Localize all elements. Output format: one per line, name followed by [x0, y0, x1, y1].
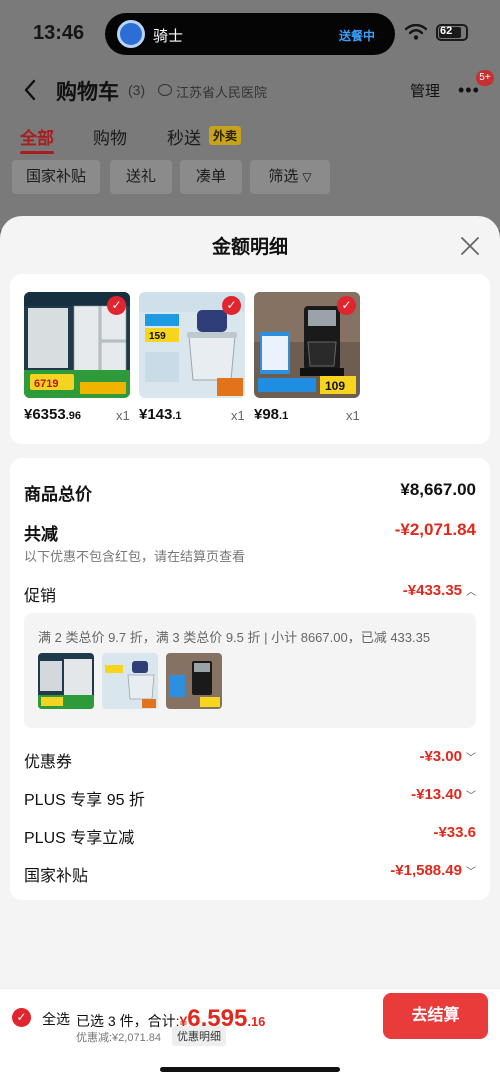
- discount-summary: 优惠减:¥2,071.84: [76, 1032, 161, 1044]
- manage-button[interactable]: 管理: [410, 80, 440, 101]
- total-reduction-row: 共减 -¥2,071.84: [24, 520, 476, 546]
- total-price-row: 商品总价 ¥8,667.00: [24, 480, 476, 506]
- status-bar: 13:46 骑士 送餐中 62: [0, 0, 500, 66]
- chip-gift[interactable]: 送礼: [110, 160, 172, 194]
- promotion-label: 促销: [24, 588, 57, 605]
- filter-icon: ▽: [302, 170, 312, 184]
- discount-detail-button[interactable]: 优惠明细: [172, 1026, 226, 1046]
- back-arrow-icon[interactable]: [22, 78, 38, 102]
- coupon-value: -¥3.00 ﹀: [419, 748, 476, 765]
- plus-discount-row[interactable]: PLUS 专享 95 折 -¥13.40 ﹀: [24, 786, 476, 812]
- tab-flash-delivery[interactable]: 秒送: [167, 124, 201, 149]
- chip-add-on[interactable]: 凑单: [180, 160, 242, 194]
- filter-chips: 国家补贴 送礼 凑单 筛选 ▽: [0, 160, 500, 196]
- selected-check-icon: ✓: [337, 296, 356, 315]
- page-title: 购物车: [56, 81, 119, 104]
- svg-text:159: 159: [149, 331, 166, 342]
- plus-reduction-row: PLUS 专享立减 -¥33.6: [24, 824, 476, 850]
- location-icon: [158, 84, 172, 96]
- chip-filter[interactable]: 筛选 ▽: [250, 160, 330, 194]
- dynamic-island[interactable]: 骑士 送餐中: [105, 13, 395, 55]
- promotion-value: -¥433.35 ︿: [402, 582, 476, 599]
- chevron-down-icon: ﹀: [466, 791, 476, 802]
- product-price: ¥6353.96: [24, 406, 82, 423]
- cart-nav-bar: 购物车 (3) 江苏省人民医院 管理 ••• 5+: [0, 70, 500, 108]
- svg-text:6719: 6719: [34, 378, 58, 390]
- product-qty: x1: [346, 408, 360, 423]
- battery-icon: 62: [436, 24, 468, 41]
- product-price: ¥143.1: [139, 406, 182, 423]
- cart-tabs: 全部 购物 秒送 外卖: [0, 124, 500, 154]
- reduction-note: 以下优惠不包含红包，请在结算页查看: [24, 549, 246, 564]
- product-list-card: 6719 ✓ ¥6353.96 x1 159 ✓ ¥143.1 x1 109 ✓…: [10, 274, 490, 444]
- wifi-icon: [405, 24, 427, 40]
- chevron-up-icon: ︿: [466, 587, 476, 598]
- chip-filter-label: 筛选: [268, 168, 299, 185]
- total-cents: .16: [247, 1014, 266, 1029]
- product-qty: x1: [116, 408, 130, 423]
- promotion-row[interactable]: 促销 -¥433.35 ︿: [24, 582, 476, 608]
- plus-discount-label: PLUS 专享 95 折: [24, 792, 145, 809]
- chevron-down-icon: ﹀: [466, 753, 476, 764]
- selected-check-icon: ✓: [222, 296, 241, 315]
- summary-prefix: 已选 3 件，合计:: [76, 1013, 180, 1029]
- refrigerator-image: 6719 ✓: [24, 292, 130, 398]
- cart-count: (3): [128, 82, 146, 98]
- home-indicator: [160, 1067, 340, 1072]
- product-qty: x1: [231, 408, 245, 423]
- select-all-check-icon[interactable]: ✓: [12, 1008, 31, 1027]
- svg-text:109: 109: [325, 379, 345, 393]
- coffee-maker-image: 109 ✓: [254, 292, 360, 398]
- total-price-value: ¥8,667.00: [400, 480, 476, 499]
- coupon-label: 优惠券: [24, 754, 73, 771]
- rider-avatar-icon: [117, 20, 145, 48]
- sheet-title: 金额明细: [211, 237, 288, 258]
- plus-discount-value: -¥13.40 ﹀: [411, 786, 476, 803]
- national-subsidy-row[interactable]: 国家补贴 -¥1,588.49 ﹀: [24, 862, 476, 888]
- food-chopper-thumbnail: [102, 653, 158, 709]
- active-tab-indicator: [20, 151, 54, 154]
- total-reduction-label: 共减: [24, 525, 58, 544]
- plus-reduction-value: -¥33.6: [433, 824, 476, 841]
- total-price-label: 商品总价: [24, 485, 92, 504]
- refrigerator-thumbnail: [38, 653, 94, 709]
- chip-national-subsidy[interactable]: 国家补贴: [12, 160, 100, 194]
- more-icon[interactable]: •••: [458, 80, 480, 101]
- island-title: 骑士: [153, 28, 184, 45]
- chevron-down-icon: ﹀: [466, 867, 476, 878]
- coupon-row[interactable]: 优惠券 -¥3.00 ﹀: [24, 748, 476, 774]
- status-time: 13:46: [33, 22, 85, 44]
- coffee-maker-thumbnail: [166, 653, 222, 709]
- selected-check-icon: ✓: [107, 296, 126, 315]
- message-badge: 5+: [476, 70, 494, 86]
- select-all-label[interactable]: 全选: [42, 1009, 70, 1029]
- product-price: ¥98.1: [254, 406, 289, 423]
- amount-detail-card: 商品总价 ¥8,667.00 共减 -¥2,071.84 以下优惠不包含红包，请…: [10, 458, 490, 900]
- battery-level: 62: [440, 25, 453, 37]
- tab-all[interactable]: 全部: [20, 124, 54, 149]
- total-reduction-value: -¥2,071.84: [394, 520, 476, 539]
- checkout-button[interactable]: 去结算: [383, 993, 488, 1039]
- island-status: 送餐中: [338, 29, 375, 43]
- national-subsidy-value: -¥1,588.49 ﹀: [390, 862, 476, 879]
- delivery-location[interactable]: 江苏省人民医院: [176, 82, 267, 101]
- food-chopper-image: 159 ✓: [139, 292, 245, 398]
- promotion-rule-text: 满 2 类总价 9.7 折，满 3 类总价 9.5 折 | 小计 8667.00…: [38, 630, 431, 645]
- close-icon[interactable]: [460, 236, 480, 256]
- checkout-bar: ✓ 全选 已选 3 件，合计:¥6,595.16 优惠减:¥2,071.84 优…: [0, 988, 500, 1083]
- plus-reduction-label: PLUS 专享立减: [24, 830, 135, 847]
- promotion-detail-box: 满 2 类总价 9.7 折，满 3 类总价 9.5 折 | 小计 8667.00…: [24, 613, 476, 728]
- takeout-tag: 外卖: [209, 126, 242, 145]
- tab-shopping[interactable]: 购物: [93, 124, 127, 149]
- national-subsidy-label: 国家补贴: [24, 868, 89, 885]
- amount-detail-sheet: 金额明细 6719 ✓ ¥6353.96 x1 159 ✓ ¥143.1 x1 …: [0, 216, 500, 1083]
